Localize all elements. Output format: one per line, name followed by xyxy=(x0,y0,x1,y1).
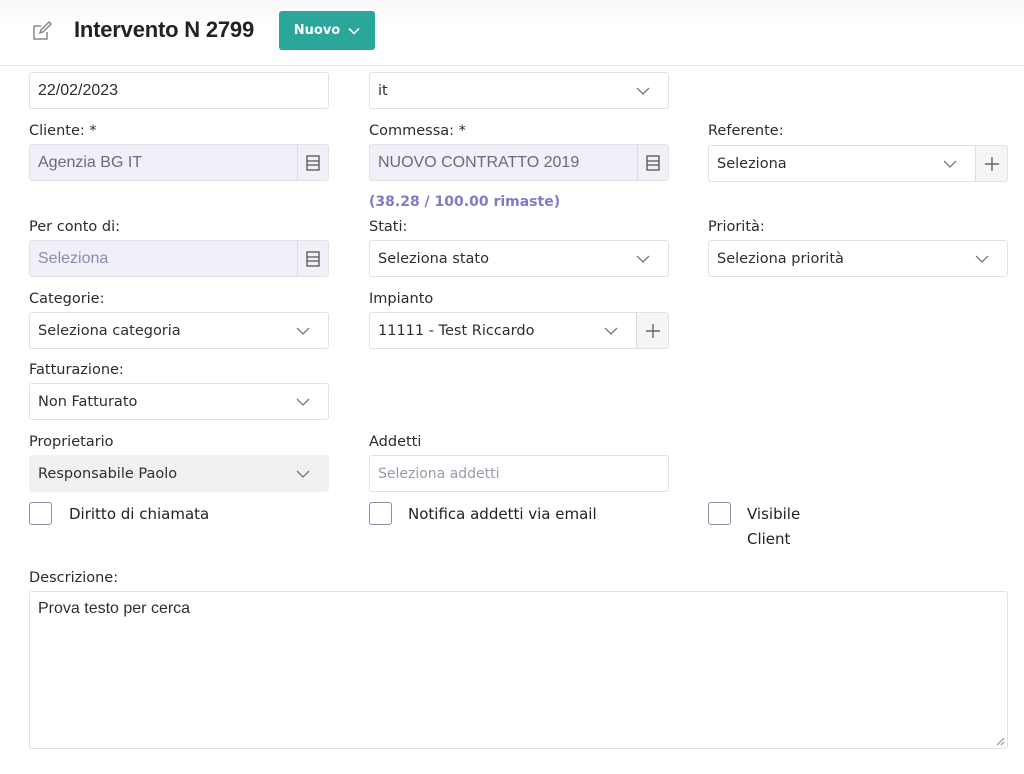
categorie-value: Seleziona categoria xyxy=(38,322,181,339)
notifica-email-label: Notifica addetti via email xyxy=(408,505,597,523)
language-value: it xyxy=(378,82,388,99)
addetti-label: Addetti xyxy=(369,434,422,450)
list-icon xyxy=(646,154,660,171)
chevron-down-icon xyxy=(296,398,310,406)
referente-value: Seleziona xyxy=(717,155,787,172)
plus-icon xyxy=(645,323,660,338)
cliente-field[interactable]: Agenzia BG IT xyxy=(29,144,329,181)
date-value: 22/02/2023 xyxy=(38,81,119,99)
chevron-down-icon xyxy=(636,87,650,95)
categorie-label: Categorie: xyxy=(29,291,105,307)
addetti-select[interactable]: Seleziona addetti xyxy=(369,455,669,492)
resize-handle-icon[interactable] xyxy=(995,736,1005,746)
chevron-down-icon xyxy=(943,160,957,168)
descrizione-textarea[interactable]: Prova testo per cerca xyxy=(29,591,1008,749)
commessa-lookup-button[interactable] xyxy=(637,145,668,180)
list-icon xyxy=(306,154,320,171)
descrizione-label: Descrizione: xyxy=(29,570,119,586)
language-select[interactable]: it xyxy=(369,72,669,109)
page-header: Intervento N 2799 Nuovo xyxy=(0,0,1024,66)
chevron-down-icon xyxy=(296,470,310,478)
new-button-label: Nuovo xyxy=(293,23,341,38)
commessa-value: NUOVO CONTRATTO 2019 xyxy=(378,153,580,171)
chevron-down-icon xyxy=(604,327,618,335)
impianto-select[interactable]: 11111 - Test Riccardo xyxy=(369,312,669,349)
page-title: Intervento N 2799 xyxy=(74,17,255,42)
per-conto-lookup-button[interactable] xyxy=(297,241,328,276)
chevron-down-icon xyxy=(348,27,360,35)
fatturazione-value: Non Fatturato xyxy=(38,393,138,410)
date-field[interactable]: 22/02/2023 xyxy=(29,72,329,109)
impianto-label: Impianto xyxy=(369,291,434,307)
notifica-email-checkbox[interactable] xyxy=(369,502,392,525)
edit-icon[interactable] xyxy=(31,20,53,42)
visibile-client-label-line1: Visibile xyxy=(747,505,801,523)
per-conto-label: Per conto di: xyxy=(29,219,121,235)
add-referente-button[interactable] xyxy=(975,146,1007,181)
chevron-down-icon xyxy=(975,255,989,263)
descrizione-value: Prova testo per cerca xyxy=(38,600,191,617)
commessa-label: Commessa: * xyxy=(369,123,466,139)
cliente-label: Cliente: * xyxy=(29,123,97,139)
chevron-down-icon xyxy=(636,255,650,263)
visibile-client-label-line2: Client xyxy=(747,530,791,548)
priorita-value: Seleziona priorità xyxy=(717,250,844,267)
cliente-value: Agenzia BG IT xyxy=(38,153,143,171)
proprietario-value: Responsabile Paolo xyxy=(38,465,178,482)
diritto-chiamata-checkbox[interactable] xyxy=(29,502,52,525)
categorie-select[interactable]: Seleziona categoria xyxy=(29,312,329,349)
referente-label: Referente: xyxy=(708,123,784,139)
diritto-chiamata-label: Diritto di chiamata xyxy=(69,505,210,523)
chevron-down-icon xyxy=(296,327,310,335)
priorita-select[interactable]: Seleziona priorità xyxy=(708,240,1008,277)
per-conto-field[interactable]: Seleziona xyxy=(29,240,329,277)
stati-value: Seleziona stato xyxy=(378,250,489,267)
cliente-lookup-button[interactable] xyxy=(297,145,328,180)
visibile-client-checkbox[interactable] xyxy=(708,502,731,525)
stati-label: Stati: xyxy=(369,219,408,235)
commessa-field[interactable]: NUOVO CONTRATTO 2019 xyxy=(369,144,669,181)
referente-select[interactable]: Seleziona xyxy=(708,145,1008,182)
commessa-remaining-hours: (38.28 / 100.00 rimaste) xyxy=(369,194,561,210)
add-impianto-button[interactable] xyxy=(636,313,668,348)
proprietario-label: Proprietario xyxy=(29,434,114,450)
fatturazione-select[interactable]: Non Fatturato xyxy=(29,383,329,420)
impianto-value: 11111 - Test Riccardo xyxy=(378,322,535,339)
proprietario-select[interactable]: Responsabile Paolo xyxy=(29,455,329,492)
per-conto-placeholder: Seleziona xyxy=(38,249,109,267)
addetti-placeholder: Seleziona addetti xyxy=(378,465,500,482)
plus-icon xyxy=(984,156,999,171)
fatturazione-label: Fatturazione: xyxy=(29,362,124,378)
priorita-label: Priorità: xyxy=(708,219,765,235)
stati-select[interactable]: Seleziona stato xyxy=(369,240,669,277)
new-dropdown-button[interactable]: Nuovo xyxy=(279,11,375,50)
list-icon xyxy=(306,250,320,267)
